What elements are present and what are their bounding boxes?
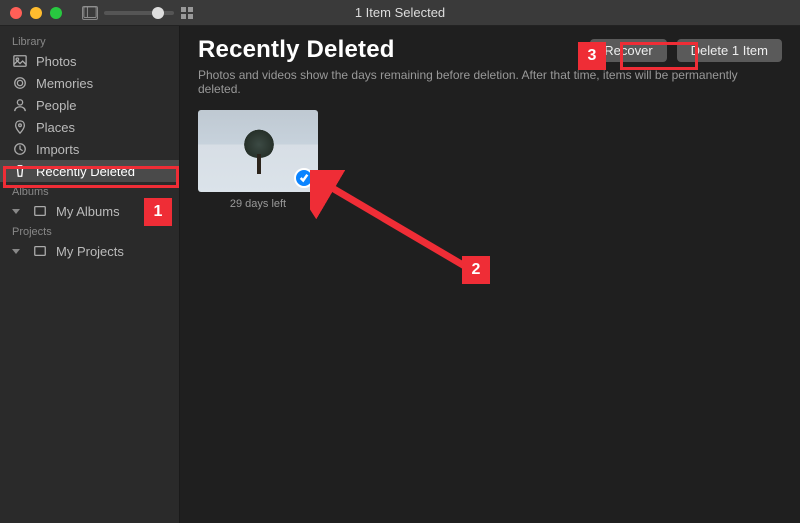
sidebar-item-recently-deleted[interactable]: Recently Deleted: [0, 160, 179, 182]
sidebar-item-my-projects[interactable]: My Projects: [0, 240, 179, 262]
section-label-albums: Albums: [0, 182, 179, 200]
close-window-button[interactable]: [10, 7, 22, 19]
section-label-projects: Projects: [0, 222, 179, 240]
minimize-window-button[interactable]: [30, 7, 42, 19]
header-subtitle: Photos and videos show the days remainin…: [198, 68, 782, 96]
sidebar-item-label: Places: [36, 120, 75, 135]
people-icon: [12, 97, 28, 113]
sidebar: Library Photos Memories People Places Im…: [0, 26, 180, 523]
sidebar-item-label: My Albums: [56, 204, 120, 219]
sidebar-item-people[interactable]: People: [0, 94, 179, 116]
main-content: Recently Deleted Recover Delete 1 Item P…: [180, 26, 800, 523]
grid-view-icon[interactable]: [180, 6, 196, 20]
sidebar-item-label: Photos: [36, 54, 76, 69]
content-body: Library Photos Memories People Places Im…: [0, 26, 800, 523]
sidebar-item-label: Memories: [36, 76, 93, 91]
zoom-slider-thumb[interactable]: [152, 7, 164, 19]
page-title: Recently Deleted: [198, 36, 580, 64]
photo-grid: 29 days left: [198, 110, 782, 210]
delete-item-button[interactable]: Delete 1 Item: [677, 39, 782, 62]
photos-icon: [12, 53, 28, 69]
window-controls: [0, 7, 62, 19]
recover-button[interactable]: Recover: [590, 39, 666, 62]
album-icon: [32, 203, 48, 219]
titlebar: 1 Item Selected: [0, 0, 800, 26]
sidebar-item-imports[interactable]: Imports: [0, 138, 179, 160]
app-window: 1 Item Selected Library Photos Memories …: [0, 0, 800, 523]
project-icon: [32, 243, 48, 259]
imports-icon: [12, 141, 28, 157]
sidebar-item-label: My Projects: [56, 244, 124, 259]
thumbnail-image: [242, 128, 276, 176]
photo-caption: 29 days left: [230, 198, 286, 210]
sidebar-item-label: Recently Deleted: [36, 164, 135, 179]
places-icon: [12, 119, 28, 135]
toolbar: [82, 6, 196, 20]
trash-icon: [12, 163, 28, 179]
disclosure-triangle-icon[interactable]: [12, 249, 20, 254]
section-label-library: Library: [0, 32, 179, 50]
memories-icon: [12, 75, 28, 91]
disclosure-triangle-icon[interactable]: [12, 209, 20, 214]
sidebar-item-my-albums[interactable]: My Albums: [0, 200, 179, 222]
sidebar-toggle-icon[interactable]: [82, 6, 98, 20]
main-header: Recently Deleted Recover Delete 1 Item: [198, 36, 782, 64]
zoom-slider[interactable]: [104, 11, 174, 15]
sidebar-item-places[interactable]: Places: [0, 116, 179, 138]
sidebar-item-photos[interactable]: Photos: [0, 50, 179, 72]
sidebar-item-label: Imports: [36, 142, 79, 157]
zoom-window-button[interactable]: [50, 7, 62, 19]
sidebar-item-memories[interactable]: Memories: [0, 72, 179, 94]
photo-item[interactable]: 29 days left: [198, 110, 318, 210]
sidebar-item-label: People: [36, 98, 76, 113]
photo-thumbnail[interactable]: [198, 110, 318, 192]
selected-check-icon[interactable]: [294, 168, 314, 188]
